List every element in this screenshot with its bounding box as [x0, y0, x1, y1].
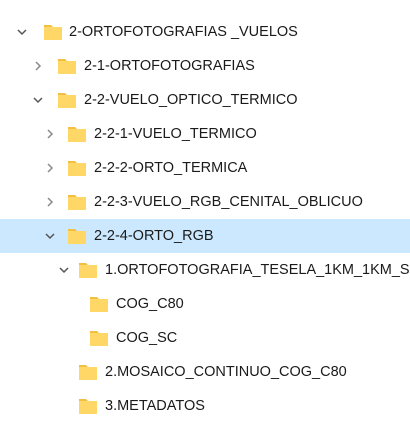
folder-icon	[67, 227, 87, 245]
chevron-right-icon[interactable]	[42, 151, 58, 185]
tree-item-1-ortofotografia-tesela[interactable]: 1.ORTOFOTOGRAFIA_TESELA_1KM_1KM_SC	[0, 253, 410, 287]
folder-icon	[89, 295, 109, 313]
tree-item-3-metadatos[interactable]: 3.METADATOS	[0, 389, 410, 423]
tree-item-2-2-vuelo-optico-termico[interactable]: 2-2-VUELO_OPTICO_TERMICO	[0, 83, 410, 117]
chevron-right-icon[interactable]	[42, 117, 58, 151]
folder-icon	[67, 193, 87, 211]
chevron-down-icon[interactable]	[42, 219, 58, 253]
chevron-down-icon[interactable]	[30, 83, 46, 117]
tree-item-2-ortofotografias-vuelos[interactable]: 2-ORTOFOTOGRAFIAS _VUELOS	[0, 15, 410, 49]
chevron-right-icon[interactable]	[42, 185, 58, 219]
tree-item-label: 2-2-VUELO_OPTICO_TERMICO	[84, 92, 298, 108]
tree-item-cog-c80[interactable]: COG_C80	[0, 287, 410, 321]
tree-item-2-2-2-orto-termica[interactable]: 2-2-2-ORTO_TERMICA	[0, 151, 410, 185]
folder-icon	[43, 23, 63, 41]
tree-item-2-1-ortofotografias[interactable]: 2-1-ORTOFOTOGRAFIAS	[0, 49, 410, 83]
chevron-right-icon[interactable]	[30, 49, 46, 83]
tree-item-2-mosaico-continuo[interactable]: 2.MOSAICO_CONTINUO_COG_C80	[0, 355, 410, 389]
folder-icon	[67, 159, 87, 177]
tree-item-label: 2-2-2-ORTO_TERMICA	[94, 160, 248, 176]
tree-item-label: 2-2-4-ORTO_RGB	[94, 228, 214, 244]
folder-tree: 2-ORTOFOTOGRAFIAS _VUELOS 2-1-ORTOFOTOGR…	[0, 0, 410, 414]
folder-icon	[78, 363, 98, 381]
tree-item-label: 2-2-3-VUELO_RGB_CENITAL_OBLICUO	[94, 194, 363, 210]
tree-item-label: COG_C80	[116, 296, 184, 312]
folder-icon	[78, 261, 98, 279]
chevron-down-icon[interactable]	[56, 253, 72, 287]
tree-item-label: 3.METADATOS	[105, 398, 205, 414]
folder-icon	[57, 57, 77, 75]
tree-item-cog-sc[interactable]: COG_SC	[0, 321, 410, 355]
folder-icon	[89, 329, 109, 347]
tree-item-2-2-4-orto-rgb[interactable]: 2-2-4-ORTO_RGB	[0, 219, 410, 253]
tree-item-label: COG_SC	[116, 330, 178, 346]
tree-item-2-2-1-vuelo-termico[interactable]: 2-2-1-VUELO_TERMICO	[0, 117, 410, 151]
tree-item-2-2-3-vuelo-rgb-cenital-oblicuo[interactable]: 2-2-3-VUELO_RGB_CENITAL_OBLICUO	[0, 185, 410, 219]
chevron-down-icon[interactable]	[14, 15, 30, 49]
folder-icon	[57, 91, 77, 109]
tree-item-label: 1.ORTOFOTOGRAFIA_TESELA_1KM_1KM_SC	[105, 262, 410, 278]
tree-item-label: 2.MOSAICO_CONTINUO_COG_C80	[105, 364, 347, 380]
tree-item-label: 2-ORTOFOTOGRAFIAS _VUELOS	[69, 24, 298, 40]
tree-item-label: 2-1-ORTOFOTOGRAFIAS	[84, 58, 255, 74]
folder-icon	[67, 125, 87, 143]
tree-item-label: 2-2-1-VUELO_TERMICO	[94, 126, 257, 142]
folder-icon	[78, 397, 98, 415]
